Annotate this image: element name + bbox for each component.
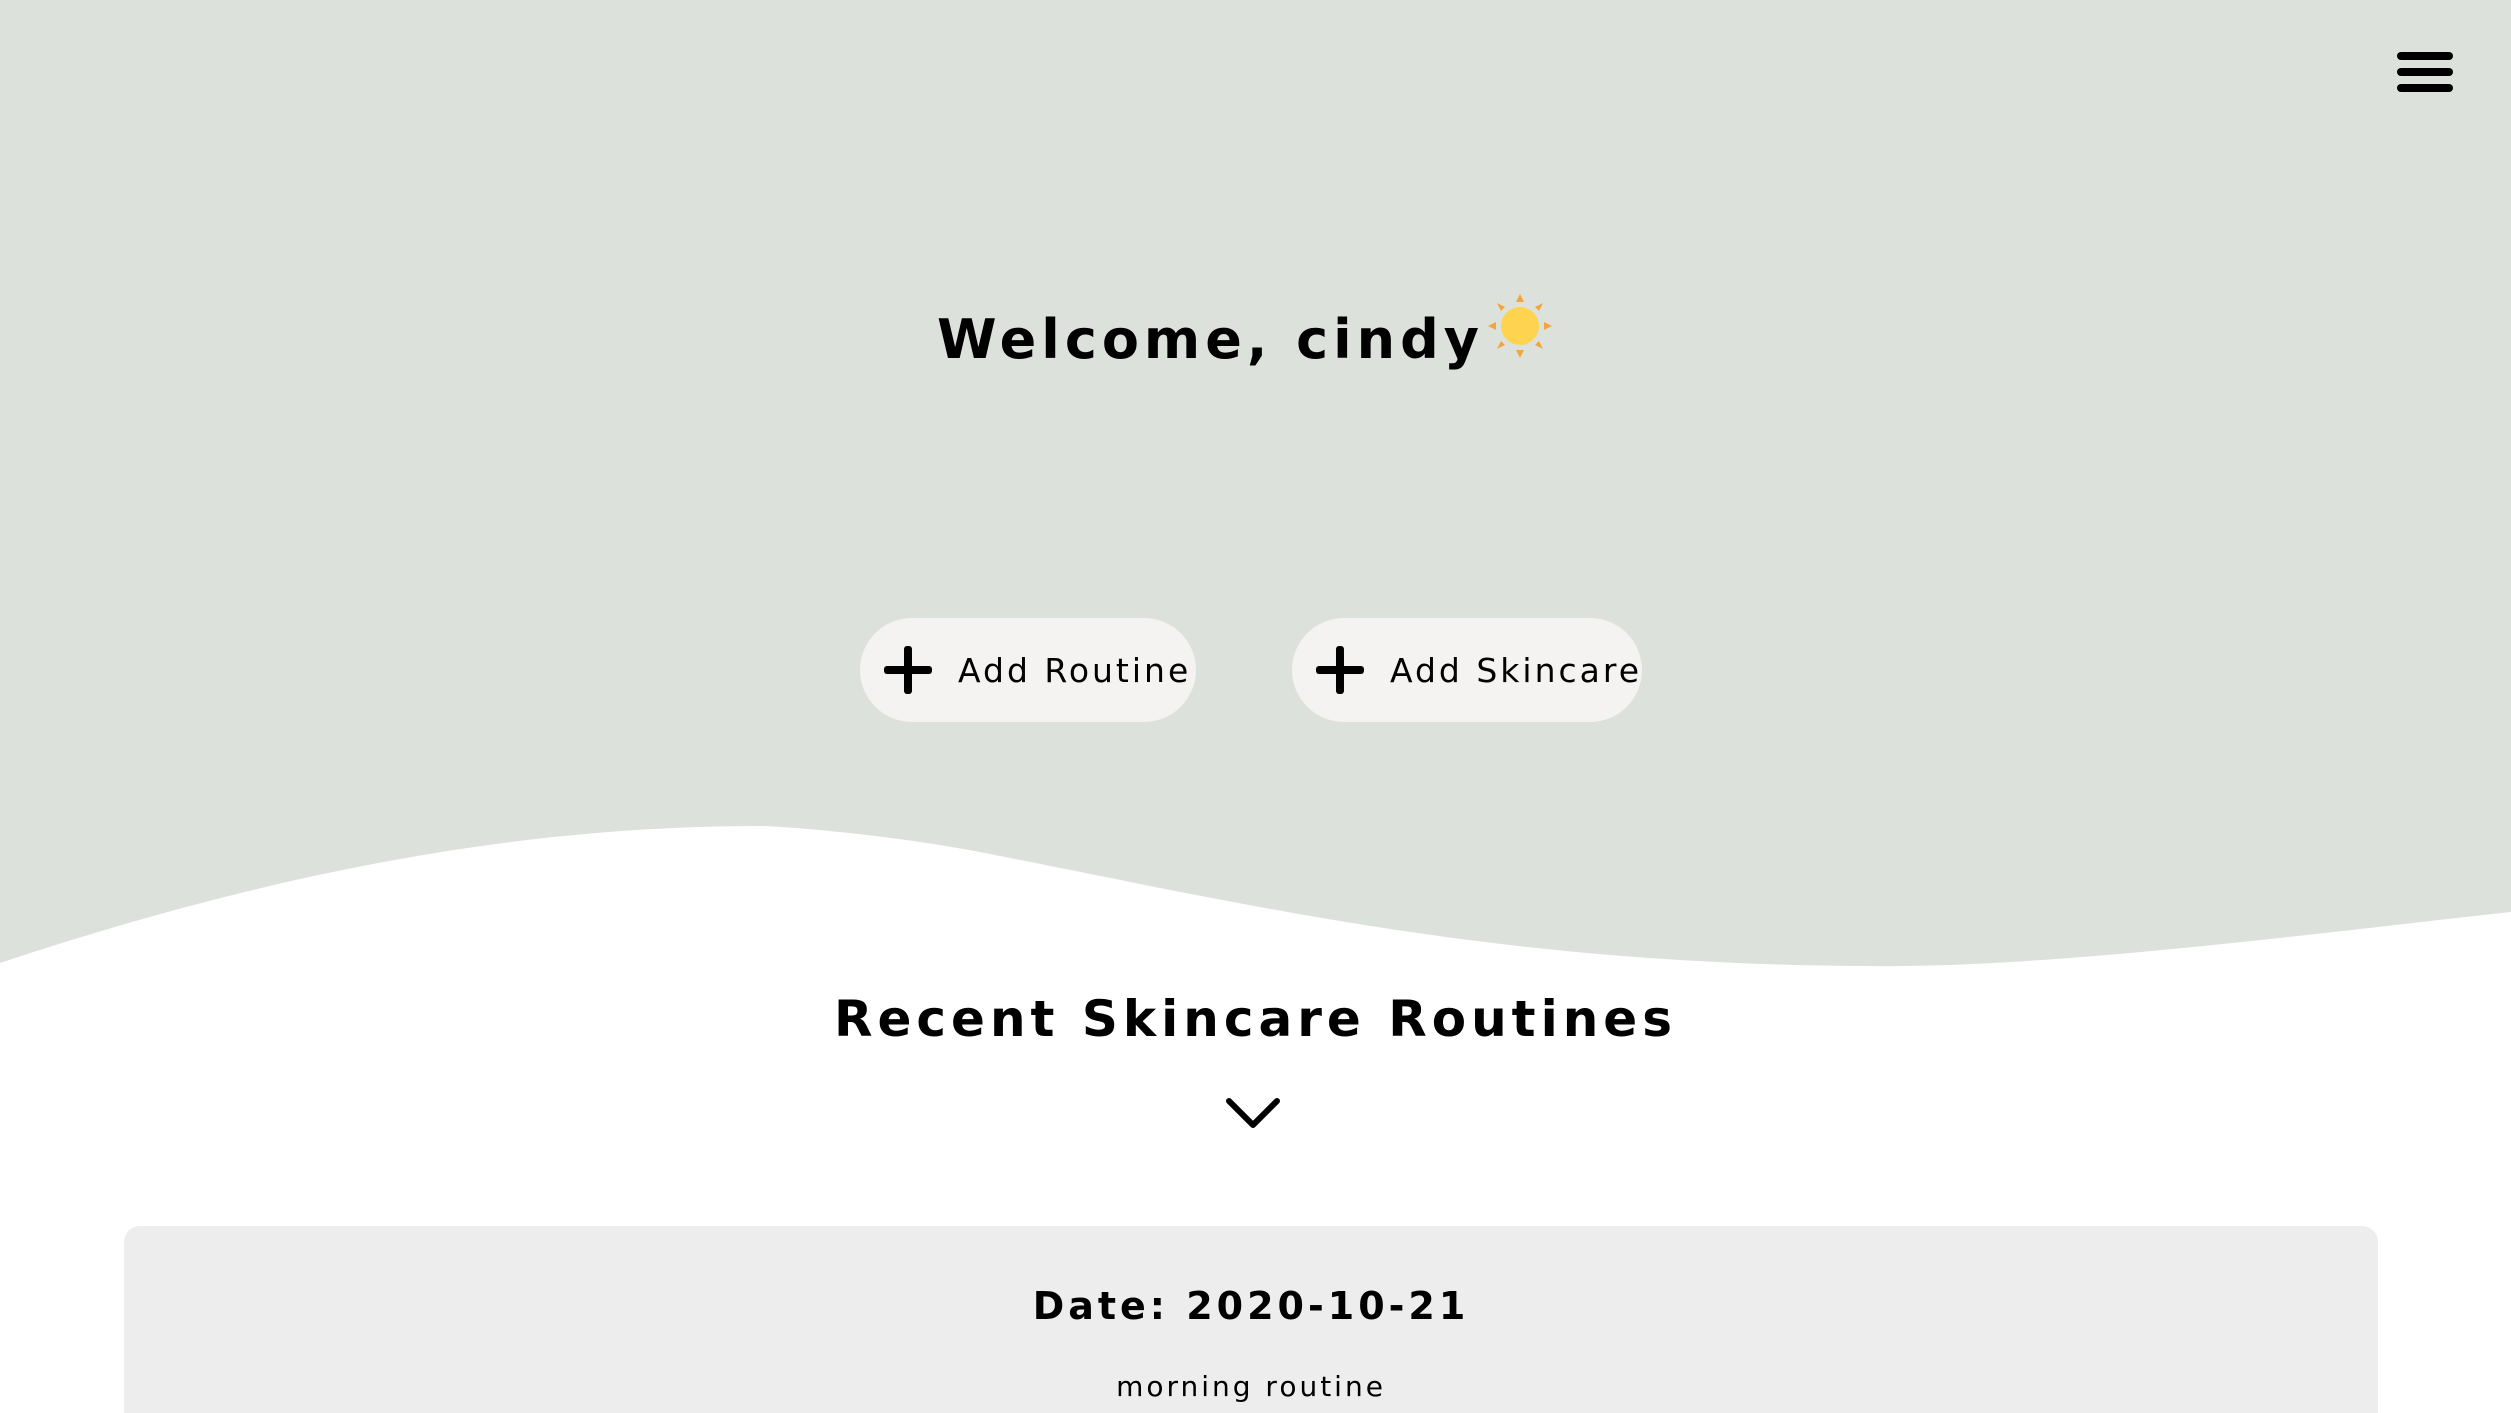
hamburger-menu-icon: [2397, 52, 2453, 92]
welcome-text: Welcome, cindy: [937, 308, 1484, 371]
routine-date: Date: 2020-10-21: [1032, 1284, 1470, 1328]
routine-card[interactable]: Date: 2020-10-21 morning routine: [124, 1226, 2378, 1413]
plus-icon: [1315, 646, 1364, 694]
dashboard-page: Welcome, cindy Add Routine Add Skincare …: [0, 0, 2511, 1413]
plus-icon: [884, 646, 932, 694]
add-routine-label: Add Routine: [958, 650, 1192, 690]
add-skincare-label: Add Skincare: [1389, 650, 1642, 690]
chevron-down-icon[interactable]: [1225, 1095, 1281, 1131]
welcome-header: Welcome, cindy: [0, 285, 2511, 367]
routine-name: morning routine: [1116, 1370, 1386, 1403]
sun-icon: [1487, 294, 1552, 358]
menu-button[interactable]: [2390, 44, 2460, 100]
add-routine-button[interactable]: Add Routine: [860, 618, 1196, 722]
add-skincare-button[interactable]: Add Skincare: [1292, 618, 1642, 722]
hero-wave-background: [0, 0, 2511, 967]
recent-routines-title: Recent Skincare Routines: [834, 990, 1677, 1048]
